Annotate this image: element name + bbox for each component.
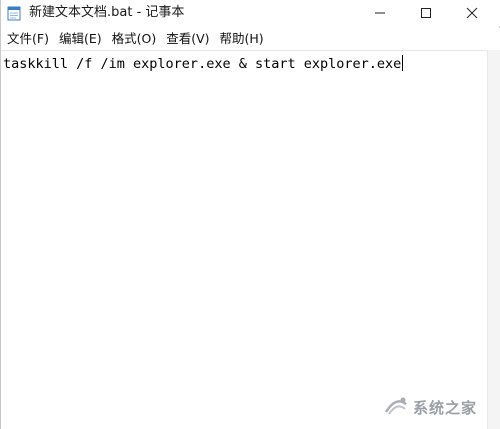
maximize-icon [420,4,432,23]
window-title: 新建文本文档.bat - 记事本 [29,5,185,20]
menu-edit[interactable]: 编辑(E) [54,29,107,49]
watermark-logo-icon [383,394,409,420]
close-icon [466,4,478,23]
minimize-icon [374,4,386,23]
maximize-button[interactable] [403,0,449,26]
vertical-scrollbar[interactable] [487,50,500,429]
menu-view[interactable]: 查看(V) [161,29,214,49]
watermark-text: 系统之家 [412,398,477,417]
notepad-window: 新建文本文档.bat - 记事本 文件(F) 编辑(E) 格式(O) 查看(V)… [0,0,500,429]
text-caret [402,55,404,71]
notepad-icon [7,5,21,21]
menu-help[interactable]: 帮助(H) [215,29,269,49]
menu-file[interactable]: 文件(F) [1,29,54,49]
title-bar[interactable]: 新建文本文档.bat - 记事本 [1,0,500,26]
menu-bar: 文件(F) 编辑(E) 格式(O) 查看(V) 帮助(H) [1,28,500,50]
watermark: 系统之家 [383,394,477,420]
editor-content[interactable]: taskkill /f /im explorer.exe & start exp… [3,55,404,73]
menu-format[interactable]: 格式(O) [107,29,162,49]
close-button[interactable] [449,0,495,26]
minimize-button[interactable] [357,0,403,26]
editor-text-line: taskkill /f /im explorer.exe & start exp… [3,56,402,72]
text-editor[interactable]: taskkill /f /im explorer.exe & start exp… [1,50,487,429]
